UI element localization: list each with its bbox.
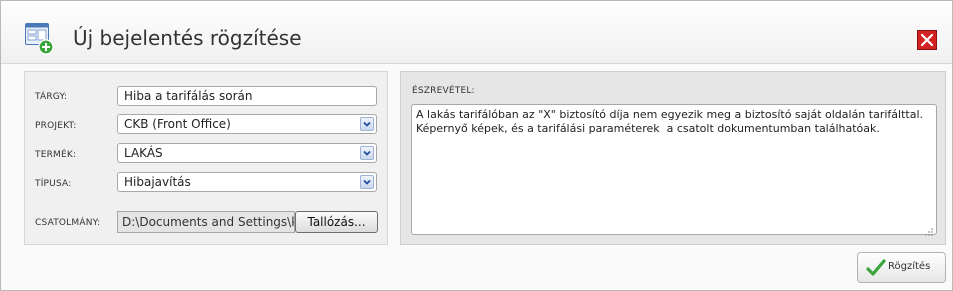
note-textarea[interactable]: A lakás tarifálóban az "X" biztosító díj… bbox=[411, 104, 937, 236]
project-select-value: CKB (Front Office) bbox=[124, 117, 231, 131]
close-button[interactable] bbox=[917, 30, 937, 50]
project-label: PROJEKT: bbox=[35, 121, 77, 131]
form-add-icon bbox=[25, 23, 55, 55]
note-panel: ÉSZREVÉTEL: A lakás tarifálóban az "X" b… bbox=[400, 71, 946, 245]
dialog-title: Új bejelentés rögzítése bbox=[73, 26, 302, 50]
type-select-value: Hibajavítás bbox=[124, 175, 191, 189]
type-label: TÍPUSA: bbox=[35, 179, 72, 189]
chevron-down-icon[interactable] bbox=[360, 117, 374, 131]
note-text: A lakás tarifálóban az "X" biztosító díj… bbox=[416, 108, 923, 135]
dialog-titlebar: Új bejelentés rögzítése bbox=[1, 1, 952, 64]
attachment-label: CSATOLMÁNY: bbox=[35, 218, 101, 228]
note-label: ÉSZREVÉTEL: bbox=[412, 86, 475, 96]
project-select[interactable]: CKB (Front Office) bbox=[117, 114, 377, 134]
ticket-fields-panel: TÁRGY: Hiba a tarifálás során PROJEKT: C… bbox=[24, 71, 388, 245]
subject-label: TÁRGY: bbox=[35, 92, 68, 102]
subject-input[interactable]: Hiba a tarifálás során bbox=[117, 86, 377, 106]
product-label: TERMÉK: bbox=[35, 150, 77, 160]
product-select-value: LAKÁS bbox=[124, 146, 163, 160]
attachment-path-field[interactable]: D:\Documents and Settings\k bbox=[117, 211, 295, 233]
resize-grip-icon[interactable] bbox=[924, 222, 934, 236]
product-select[interactable]: LAKÁS bbox=[117, 143, 377, 163]
browse-button[interactable]: Tallózás... bbox=[295, 211, 378, 233]
type-select[interactable]: Hibajavítás bbox=[117, 172, 377, 192]
chevron-down-icon[interactable] bbox=[360, 175, 374, 189]
new-report-dialog: Új bejelentés rögzítése TÁRGY: Hiba a ta… bbox=[0, 0, 953, 291]
save-button-label: Rögzítés bbox=[888, 261, 931, 272]
chevron-down-icon[interactable] bbox=[360, 146, 374, 160]
save-button[interactable]: Rögzítés bbox=[857, 252, 946, 283]
